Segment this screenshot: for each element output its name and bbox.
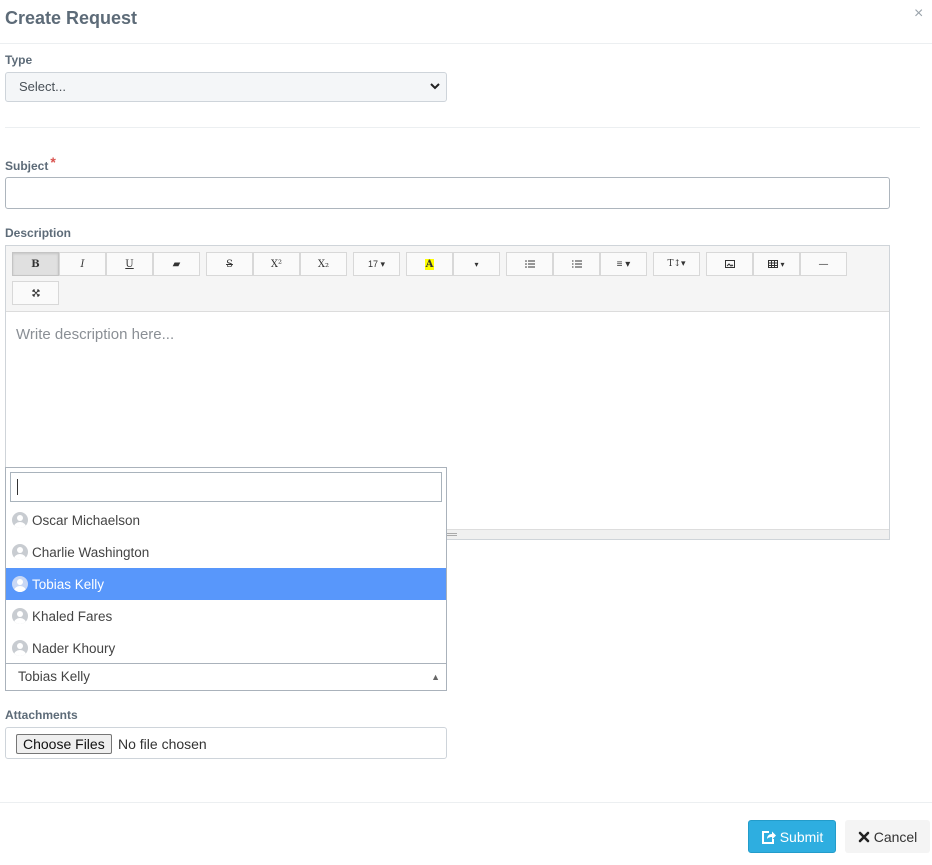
modal-header: Create Request × xyxy=(0,0,932,44)
assignee-option[interactable]: Oscar Michaelson xyxy=(6,504,446,536)
highlight-icon: A xyxy=(424,258,435,270)
footer-divider xyxy=(0,802,932,803)
italic-button[interactable]: I xyxy=(59,252,106,276)
assignee-select-value: Tobias Kelly xyxy=(18,669,91,684)
resize-grip-icon xyxy=(447,533,457,536)
type-select[interactable]: Select... xyxy=(5,72,447,102)
color-dropdown-button[interactable]: ▾ xyxy=(453,252,500,276)
text-caret xyxy=(17,479,18,495)
submit-label: Submit xyxy=(779,828,824,845)
image-icon xyxy=(724,260,735,268)
close-icon xyxy=(858,831,870,843)
assignee-option[interactable]: Charlie Washington xyxy=(6,536,446,568)
unordered-list-icon xyxy=(524,260,535,268)
submit-button[interactable]: Submit xyxy=(748,820,836,853)
cancel-label: Cancel xyxy=(873,828,918,845)
chevron-down-icon xyxy=(430,73,440,112)
clear-format-button[interactable]: ▰ xyxy=(153,252,200,276)
file-status-text: No file chosen xyxy=(118,736,207,752)
table-dropdown-caret: ▾ xyxy=(780,259,785,269)
assignee-option[interactable]: Khaled Fares xyxy=(6,600,446,632)
modal-title: Create Request xyxy=(5,8,138,28)
section-divider xyxy=(5,127,920,128)
subject-label: Subject * xyxy=(5,154,56,173)
subscript-button[interactable]: X₂ xyxy=(300,252,347,276)
user-avatar-icon xyxy=(12,640,28,656)
assignee-select[interactable]: Tobias Kelly ▲ xyxy=(5,663,447,691)
subject-label-text: Subject xyxy=(5,159,49,173)
font-size-button[interactable]: 17 ▾ xyxy=(353,252,400,276)
image-button[interactable] xyxy=(706,252,753,276)
user-avatar-icon xyxy=(12,512,28,528)
choose-files-button[interactable]: Choose Files xyxy=(16,734,112,754)
attachments-input: Choose Files No file chosen xyxy=(5,727,447,759)
assignee-option-label: Oscar Michaelson xyxy=(32,512,141,528)
description-label: Description xyxy=(5,226,72,240)
type-label: Type xyxy=(5,53,33,67)
share-icon xyxy=(761,830,776,844)
horizontal-rule-button[interactable]: — xyxy=(800,252,847,276)
assignee-search-input[interactable] xyxy=(10,472,442,502)
unordered-list-button[interactable] xyxy=(506,252,553,276)
assignee-option-selected[interactable]: Tobias Kelly xyxy=(6,568,446,600)
superscript-button[interactable]: X² xyxy=(253,252,300,276)
editor-toolbar: B I U ▰ S X² X₂ 17 ▾ A ▾ ≡ ▾ T↕▾ ▾ — xyxy=(6,246,889,312)
description-placeholder[interactable]: Write description here... xyxy=(16,326,174,343)
fullscreen-icon xyxy=(32,289,39,297)
type-select-value: Select... xyxy=(19,79,66,94)
user-avatar-icon xyxy=(12,608,28,624)
ordered-list-button[interactable] xyxy=(553,252,600,276)
assignee-option-label: Charlie Washington xyxy=(32,544,150,560)
cancel-button[interactable]: Cancel xyxy=(845,820,930,853)
assignee-option[interactable]: Nader Khoury xyxy=(6,632,446,664)
assignee-option-label: Tobias Kelly xyxy=(32,576,105,592)
required-mark: * xyxy=(50,154,56,170)
assignee-option-label: Nader Khoury xyxy=(32,640,116,656)
bold-button[interactable]: B xyxy=(12,252,59,276)
underline-button[interactable]: U xyxy=(106,252,153,276)
assignee-option-label: Khaled Fares xyxy=(32,608,113,624)
subject-input[interactable] xyxy=(5,177,890,209)
caret-up-icon: ▲ xyxy=(431,672,440,682)
attachments-label: Attachments xyxy=(5,708,78,722)
highlight-button[interactable]: A xyxy=(406,252,453,276)
user-avatar-icon xyxy=(12,544,28,560)
close-icon[interactable]: × xyxy=(914,5,923,23)
fullscreen-button[interactable] xyxy=(12,281,59,305)
ordered-list-icon xyxy=(571,260,582,268)
style-button[interactable]: T↕▾ xyxy=(653,252,700,276)
align-button[interactable]: ≡ ▾ xyxy=(600,252,647,276)
strikethrough-button[interactable]: S xyxy=(206,252,253,276)
user-avatar-icon xyxy=(12,576,28,592)
table-button[interactable]: ▾ xyxy=(753,252,800,276)
table-icon xyxy=(768,260,779,268)
assignee-dropdown: Oscar Michaelson Charlie Washington Tobi… xyxy=(5,467,447,664)
